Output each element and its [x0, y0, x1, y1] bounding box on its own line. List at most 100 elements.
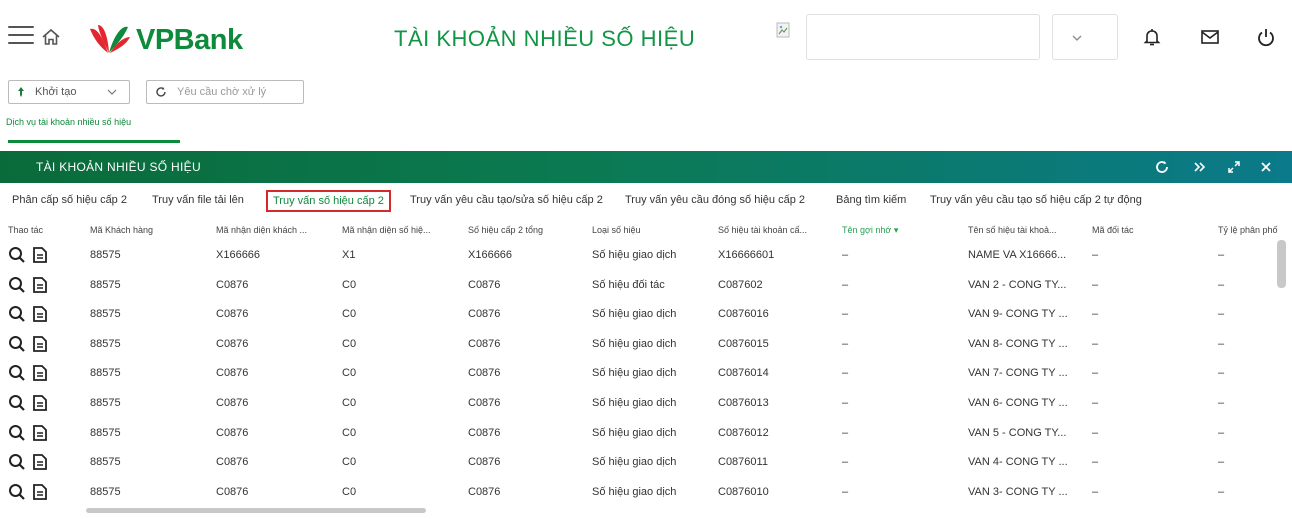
- table-cell: –: [842, 367, 849, 380]
- table-cell: 88575: [90, 249, 121, 261]
- table-cell: C0: [342, 337, 357, 350]
- table-cell: –: [1218, 456, 1225, 469]
- vpbank-logo[interactable]: VPBank: [86, 20, 243, 60]
- table-cell: C0: [342, 426, 357, 439]
- document-icon[interactable]: [31, 335, 49, 353]
- column-header-number-identifier[interactable]: Mã nhận diện số hiệ...: [342, 225, 431, 235]
- table-row[interactable]: 88575 C0876 C0 C0876 Số hiệu giao dịch C08760…: [0, 420, 1292, 448]
- view-detail-icon[interactable]: [8, 305, 26, 323]
- table-cell: –: [1092, 485, 1099, 498]
- table-cell: Số hiệu giao dịch: [592, 397, 677, 409]
- table-cell: VAN 3- CONG TY ...: [968, 485, 1068, 498]
- column-header-actions[interactable]: Thao tác: [8, 225, 43, 235]
- table-cell: 88575: [90, 456, 121, 469]
- table-cell: –: [842, 308, 849, 321]
- table-cell: –: [1092, 367, 1099, 380]
- view-detail-icon[interactable]: [8, 424, 26, 442]
- table-cell: –: [842, 456, 849, 469]
- view-detail-icon[interactable]: [8, 394, 26, 412]
- header-dropdown[interactable]: [1052, 14, 1118, 60]
- document-icon[interactable]: [31, 305, 49, 323]
- table-row[interactable]: 88575 C0876 C0 C0876 Số hiệu giao dịch C08760…: [0, 390, 1292, 418]
- table-cell: VAN 9- CONG TY ...: [968, 308, 1068, 321]
- view-detail-icon[interactable]: [8, 364, 26, 382]
- view-detail-icon[interactable]: [8, 453, 26, 471]
- column-header-total-level2-number[interactable]: Số hiệu cấp 2 tổng: [468, 225, 543, 235]
- power-icon[interactable]: [1255, 26, 1277, 48]
- table-cell: C0876013: [718, 397, 769, 409]
- pending-request-input[interactable]: Yêu cầu chờ xử lý: [146, 80, 304, 104]
- tab-search-table[interactable]: Bảng tìm kiếm: [836, 194, 906, 206]
- document-icon[interactable]: [31, 453, 49, 471]
- mail-icon[interactable]: [1199, 26, 1221, 48]
- table-cell: –: [1092, 278, 1099, 291]
- table-row[interactable]: 88575 X166666 X1 X166666 Số hiệu giao dịch X1…: [0, 242, 1292, 270]
- document-icon[interactable]: [31, 276, 49, 294]
- table-cell: NAME VA X16666...: [968, 249, 1067, 261]
- table-row[interactable]: 88575 C0876 C0 C0876 Số hiệu giao dịch C08760…: [0, 331, 1292, 359]
- table-cell: –: [1092, 426, 1099, 439]
- table-cell: –: [842, 426, 849, 439]
- table-row[interactable]: 88575 C0876 C0 C0876 Số hiệu giao dịch C08760…: [0, 449, 1292, 477]
- action-select[interactable]: Khởi tạo: [8, 80, 130, 104]
- table-cell: X166666: [468, 249, 513, 261]
- expand-icon[interactable]: [1226, 159, 1242, 175]
- table-cell: –: [842, 249, 849, 261]
- document-icon[interactable]: [31, 424, 49, 442]
- column-header-number-type[interactable]: Loại số hiệu: [592, 225, 641, 235]
- document-icon[interactable]: [31, 394, 49, 412]
- table-row[interactable]: 88575 C0876 C0 C0876 Số hiệu giao dịch C08760…: [0, 360, 1292, 388]
- tab-query-create-edit-request[interactable]: Truy vấn yêu cầu tạo/sửa số hiệu cấp 2: [410, 194, 603, 206]
- table-cell: –: [1092, 397, 1099, 409]
- column-header-nickname[interactable]: Tên gợi nhớ ▾: [842, 225, 898, 236]
- table-cell: Số hiệu giao dịch: [592, 485, 677, 498]
- table-cell: C0: [342, 456, 357, 469]
- refresh-icon[interactable]: [1154, 159, 1170, 175]
- tab-query-auto-create-request[interactable]: Truy vấn yêu cầu tạo số hiệu cấp 2 tự độ…: [930, 194, 1142, 206]
- document-icon[interactable]: [31, 246, 49, 264]
- table-cell: C0876: [468, 456, 501, 469]
- refresh-icon[interactable]: [155, 86, 167, 98]
- table-cell: C0876: [468, 337, 501, 350]
- subtab-multi-number-account-service[interactable]: Dịch vụ tài khoản nhiều số hiệu: [6, 117, 131, 133]
- table-row[interactable]: 88575 C0876 C0 C0876 Số hiệu đối tác C087602 –…: [0, 272, 1292, 300]
- column-header-account-number[interactable]: Số hiệu tài khoản cấ...: [718, 225, 807, 235]
- column-header-account-name[interactable]: Tên số hiệu tài khoả...: [968, 225, 1057, 235]
- double-chevron-right-icon[interactable]: [1192, 159, 1208, 175]
- section-header-bar: TÀI KHOẢN NHIỀU SỐ HIỆU: [0, 151, 1292, 183]
- hamburger-menu-icon[interactable]: [8, 26, 34, 48]
- close-icon[interactable]: [1258, 159, 1274, 175]
- table-cell: 88575: [90, 308, 121, 321]
- table-cell: C0: [342, 485, 357, 498]
- column-header-partner-code[interactable]: Mã đối tác: [1092, 225, 1134, 235]
- tab-query-uploaded-file[interactable]: Truy vấn file tải lên: [152, 194, 244, 206]
- tab-query-level2-number[interactable]: Truy vấn số hiệu cấp 2: [266, 190, 391, 212]
- tab-allocate-level2[interactable]: Phân cấp số hiệu cấp 2: [12, 194, 127, 206]
- horizontal-scrollbar[interactable]: [86, 508, 426, 513]
- table-cell: VAN 4- CONG TY ...: [968, 456, 1068, 469]
- column-header-customer-code[interactable]: Mã Khách hàng: [90, 225, 153, 235]
- tabs-row: Phân cấp số hiệu cấp 2 Truy vấn file tải…: [0, 190, 1292, 214]
- vertical-scrollbar[interactable]: [1277, 240, 1286, 288]
- table-cell: 88575: [90, 485, 121, 498]
- view-detail-icon[interactable]: [8, 246, 26, 264]
- document-icon[interactable]: [31, 483, 49, 501]
- table-cell: 88575: [90, 426, 121, 439]
- column-header-customer-identifier[interactable]: Mã nhận diện khách ...: [216, 225, 307, 235]
- bell-icon[interactable]: [1141, 26, 1163, 48]
- table-cell: –: [1092, 337, 1099, 350]
- view-detail-icon[interactable]: [8, 483, 26, 501]
- table-cell: C0876012: [718, 426, 769, 439]
- table-cell: C0876: [468, 278, 501, 291]
- table-row[interactable]: 88575 C0876 C0 C0876 Số hiệu giao dịch C08760…: [0, 479, 1292, 507]
- document-icon[interactable]: [31, 364, 49, 382]
- view-detail-icon[interactable]: [8, 276, 26, 294]
- tab-query-close-request[interactable]: Truy vấn yêu cầu đóng số hiệu cấp 2: [625, 194, 805, 206]
- home-icon[interactable]: [41, 28, 61, 46]
- column-header-distribution-ratio[interactable]: Tỷ lệ phân phố: [1218, 225, 1278, 235]
- table-cell: –: [1218, 397, 1225, 409]
- table-row[interactable]: 88575 C0876 C0 C0876 Số hiệu giao dịch C08760…: [0, 301, 1292, 329]
- table-cell: 88575: [90, 278, 121, 291]
- view-detail-icon[interactable]: [8, 335, 26, 353]
- header-search-input[interactable]: [806, 14, 1040, 60]
